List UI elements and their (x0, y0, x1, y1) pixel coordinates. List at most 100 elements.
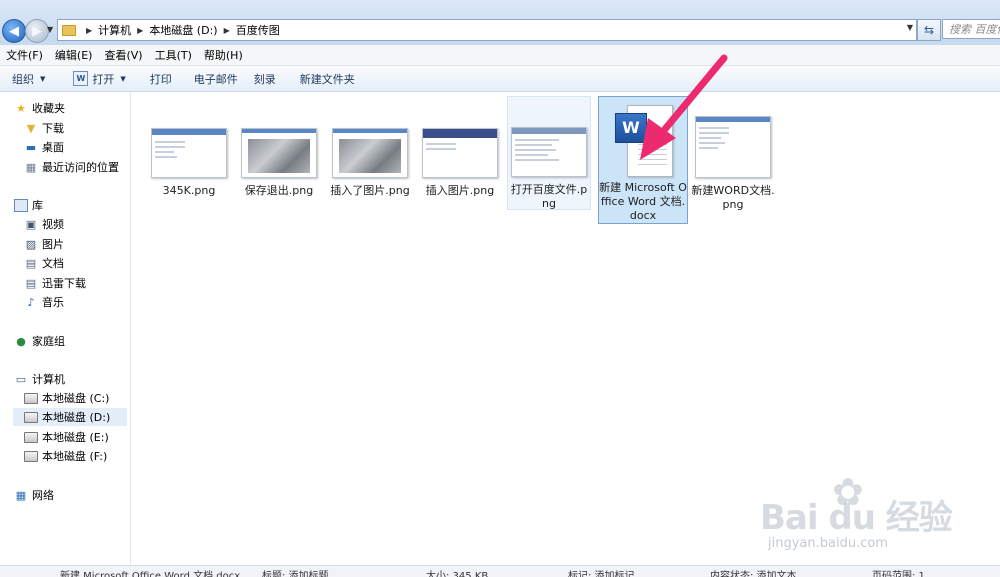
sidebar-item-label: 计算机 (32, 373, 65, 386)
open-label: 打开 (92, 72, 115, 86)
homegroup-icon: ● (16, 334, 26, 348)
menu-tools[interactable]: 工具(T) (149, 47, 198, 63)
file-name: 345K.png (162, 184, 216, 197)
file-item[interactable]: 新建WORD文档.png (691, 98, 775, 212)
sidebar-item-recent[interactable]: ▦ 最近访问的位置 (24, 158, 119, 176)
sidebar-item-videos[interactable]: ▣ 视频 (24, 215, 64, 233)
file-item-selected[interactable]: W 新建 Microsoft Office Word 文档.docx (598, 96, 688, 224)
forward-button[interactable]: ▶ (25, 19, 49, 43)
breadcrumb[interactable]: ▶ 计算机 ▶ 本地磁盘 (D:) ▶ 百度传图 ▼ (57, 19, 917, 41)
folder-icon (62, 24, 76, 36)
sidebar-item-computer[interactable]: ▭ 计算机 (14, 370, 65, 388)
sidebar-item-label: 本地磁盘 (E:) (42, 431, 109, 444)
sidebar-item-homegroup[interactable]: ● 家庭组 (14, 332, 65, 350)
file-name: 插入图片.png (425, 184, 495, 197)
chevron-right-icon[interactable]: ▶ (137, 26, 143, 35)
sidebar-item-favorites[interactable]: ★ 收藏夹 (14, 99, 65, 117)
desktop-icon: ▬ (25, 140, 37, 154)
sidebar-item-libraries[interactable]: 库 (14, 196, 43, 214)
refresh-icon: ⇆ (923, 23, 935, 37)
search-input[interactable]: 搜索 百度传图 (942, 19, 1000, 39)
file-item[interactable]: 插入了图片.png (328, 98, 412, 198)
sidebar-item-label: 下载 (42, 122, 64, 135)
folder-icon: ▤ (25, 276, 37, 290)
burn-button[interactable]: 刻录 (248, 71, 286, 87)
word-document-icon: W (613, 105, 673, 177)
breadcrumb-current-folder[interactable]: 百度传图 (236, 22, 280, 38)
back-arrow-icon: ◀ (9, 23, 19, 39)
email-button[interactable]: 电子邮件 (182, 71, 248, 87)
picture-icon: ▨ (25, 237, 37, 251)
organize-label: 组织 (12, 72, 34, 86)
sidebar-item-network[interactable]: ▦ 网络 (14, 486, 54, 504)
breadcrumb-drive-d[interactable]: 本地磁盘 (D:) (149, 22, 217, 38)
file-name: 插入了图片.png (330, 184, 410, 197)
sidebar-item-label: 迅雷下载 (42, 277, 86, 290)
sidebar-item-downloads[interactable]: ▼ 下载 (24, 119, 64, 137)
navigation-pane: ★ 收藏夹 ▼ 下载 ▬ 桌面 ▦ 最近访问的位置 库 ▣ 视频 ▨ 图片 ▤ 文档 ▤ 迅雷下… (0, 92, 131, 565)
computer-icon: ▭ (15, 372, 27, 386)
sidebar-item-label: 本地磁盘 (C:) (42, 392, 110, 405)
command-bar: 组织 ▼ W 打开 ▼ 打印 电子邮件 刻录 新建文件夹 (0, 66, 1000, 92)
organize-button[interactable]: 组织 ▼ (0, 71, 55, 87)
sidebar-item-label: 收藏夹 (32, 102, 65, 115)
sidebar-item-label: 视频 (42, 218, 64, 231)
sidebar-item-drive-d[interactable]: 本地磁盘 (D:) (13, 408, 127, 426)
sidebar-item-music[interactable]: ♪ 音乐 (24, 293, 64, 311)
chevron-right-icon[interactable]: ▶ (86, 26, 92, 35)
sidebar-item-label: 网络 (32, 489, 54, 502)
chevron-down-icon: ▼ (40, 74, 46, 83)
menu-help[interactable]: 帮助(H) (198, 47, 249, 63)
menu-edit[interactable]: 编辑(E) (49, 47, 99, 63)
sidebar-item-pictures[interactable]: ▨ 图片 (24, 235, 64, 253)
music-note-icon: ♪ (27, 295, 35, 309)
recent-places-icon: ▦ (25, 160, 37, 174)
sidebar-item-documents[interactable]: ▤ 文档 (24, 254, 64, 272)
drive-icon (24, 392, 38, 404)
file-item[interactable]: 插入图片.png (418, 98, 502, 198)
chevron-right-icon[interactable]: ▶ (224, 26, 230, 35)
open-button[interactable]: W 打开 ▼ (55, 71, 135, 87)
new-folder-button[interactable]: 新建文件夹 (286, 71, 365, 87)
chevron-down-icon: ▼ (120, 74, 126, 83)
breadcrumb-computer[interactable]: 计算机 (98, 22, 131, 38)
file-item[interactable]: 保存退出.png (237, 98, 321, 198)
chevron-down-icon[interactable]: ▼ (907, 23, 913, 32)
sidebar-item-drive-e[interactable]: 本地磁盘 (E:) (24, 428, 109, 446)
sidebar-item-desktop[interactable]: ▬ 桌面 (24, 138, 64, 156)
file-list: 345K.png 保存退出.png 插入了图片.png 插入图片.png 打开百… (131, 92, 1000, 565)
file-item[interactable]: 打开百度文件.png (507, 96, 591, 210)
image-thumbnail (241, 128, 317, 178)
address-bar: ◀ ▶ ▼ ▶ 计算机 ▶ 本地磁盘 (D:) ▶ 百度传图 ▼ ⇆ 搜索 百度… (0, 0, 1000, 45)
image-thumbnail (332, 128, 408, 178)
file-name: 新建WORD文档.png (691, 184, 775, 211)
sidebar-item-label: 图片 (42, 238, 64, 251)
sidebar-item-label: 库 (32, 199, 43, 212)
sidebar-item-label: 文档 (42, 257, 64, 270)
sidebar-item-drive-f[interactable]: 本地磁盘 (F:) (24, 447, 107, 465)
file-name: 新建 Microsoft Office Word 文档.docx (599, 181, 687, 222)
back-button[interactable]: ◀ (2, 19, 26, 43)
sidebar-item-label: 桌面 (42, 141, 64, 154)
sidebar-item-label: 家庭组 (32, 335, 65, 348)
status-bar: 新建 Microsoft Office Word 文档.docx 标题: 添加标… (0, 565, 1000, 577)
menu-view[interactable]: 查看(V) (98, 47, 148, 63)
print-button[interactable]: 打印 (136, 71, 182, 87)
sidebar-item-label: 本地磁盘 (D:) (42, 411, 111, 424)
file-name: 保存退出.png (244, 184, 314, 197)
sidebar-item-thunder[interactable]: ▤ 迅雷下载 (24, 274, 86, 292)
network-icon: ▦ (15, 488, 27, 502)
image-thumbnail (151, 128, 227, 178)
image-thumbnail (695, 116, 771, 178)
library-icon (14, 198, 28, 212)
forward-arrow-icon: ▶ (32, 23, 42, 39)
document-icon: ▤ (25, 256, 37, 270)
drive-icon (24, 411, 38, 423)
sidebar-item-drive-c[interactable]: 本地磁盘 (C:) (24, 389, 109, 407)
menu-file[interactable]: 文件(F) (0, 47, 49, 63)
refresh-button[interactable]: ⇆ (917, 19, 941, 41)
history-dropdown-icon[interactable]: ▼ (47, 25, 53, 34)
download-folder-icon: ▼ (26, 121, 36, 135)
file-item[interactable]: 345K.png (147, 98, 231, 198)
video-icon: ▣ (25, 217, 37, 231)
